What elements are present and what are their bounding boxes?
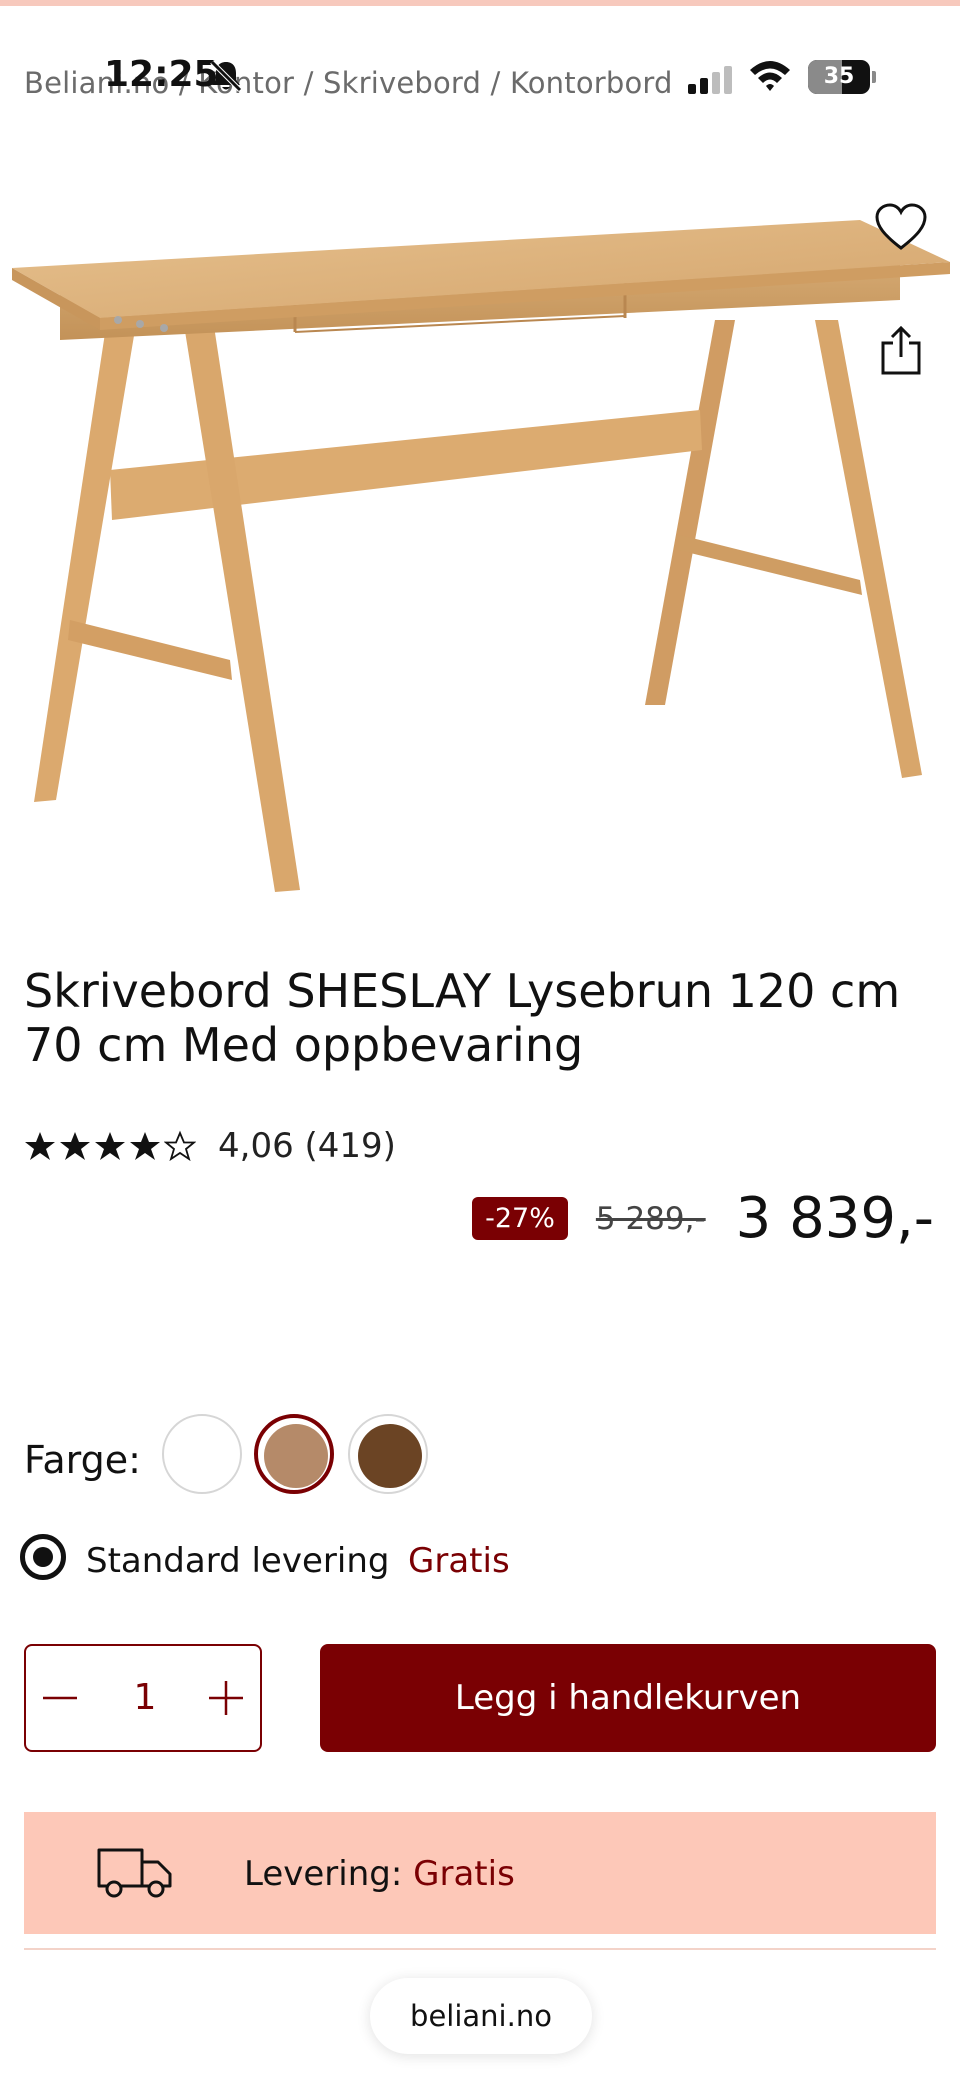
delivery-banner-label: Levering: <box>244 1854 403 1894</box>
battery-indicator: 35 <box>808 60 876 94</box>
delivery-banner: Levering: Gratis <box>24 1812 936 1934</box>
share-icon <box>881 325 921 375</box>
delivery-banner-value: Gratis <box>413 1854 515 1894</box>
heart-icon <box>875 203 927 250</box>
quantity-value[interactable]: 1 <box>110 1646 180 1750</box>
color-label: Farge: <box>24 1438 141 1482</box>
color-swatch-white[interactable] <box>162 1414 242 1494</box>
share-button[interactable] <box>866 316 936 386</box>
star-icon <box>95 1132 125 1160</box>
product-rating[interactable]: 4,06 (419) <box>24 1126 396 1166</box>
browser-url-bar[interactable]: beliani.no <box>370 1978 592 2054</box>
bell-muted-icon <box>210 60 242 92</box>
top-strip <box>0 0 960 6</box>
old-price: 5 289,- <box>595 1200 706 1237</box>
current-price: 3 839,- <box>735 1186 934 1251</box>
signal-icon <box>688 66 732 94</box>
rating-text: 4,06 (419) <box>218 1126 396 1166</box>
star-outline-icon <box>164 1130 196 1162</box>
delivery-radio[interactable] <box>20 1534 66 1580</box>
color-swatch-light-brown[interactable] <box>254 1414 334 1494</box>
increase-quantity-button[interactable] <box>196 1650 256 1746</box>
wishlist-button[interactable] <box>866 192 936 262</box>
quantity-stepper: 1 <box>24 1644 262 1752</box>
breadcrumb-sep: / <box>294 66 323 100</box>
decrease-quantity-button[interactable] <box>30 1650 90 1746</box>
minus-icon <box>43 1696 77 1700</box>
status-time: 12:25 <box>104 54 219 95</box>
truck-icon <box>97 1848 172 1898</box>
breadcrumb-sep: / <box>481 66 510 100</box>
divider <box>24 1948 936 1950</box>
plus-icon <box>209 1681 243 1715</box>
product-title: Skrivebord SHESLAY Lysebrun 120 cm 70 cm… <box>24 964 901 1072</box>
breadcrumb-item-kontorbord[interactable]: Kontorbord <box>510 66 673 100</box>
rating-stars <box>24 1130 196 1162</box>
star-icon <box>25 1132 55 1160</box>
price-row: -27% 5 289,- 3 839,- <box>472 1186 934 1251</box>
delivery-banner-text: Levering: Gratis <box>244 1854 515 1894</box>
star-icon <box>130 1132 160 1160</box>
color-swatch-dark-brown[interactable] <box>348 1414 428 1494</box>
delivery-option-label[interactable]: Standard levering <box>86 1541 389 1581</box>
add-to-cart-button[interactable]: Legg i handlekurven <box>320 1644 936 1752</box>
discount-badge: -27% <box>472 1197 568 1240</box>
battery-level: 35 <box>823 64 855 89</box>
wifi-icon <box>750 61 790 91</box>
breadcrumb-item-skrivebord[interactable]: Skrivebord <box>323 66 481 100</box>
star-icon <box>60 1132 90 1160</box>
product-image[interactable] <box>0 200 960 910</box>
delivery-option-price: Gratis <box>408 1541 510 1581</box>
